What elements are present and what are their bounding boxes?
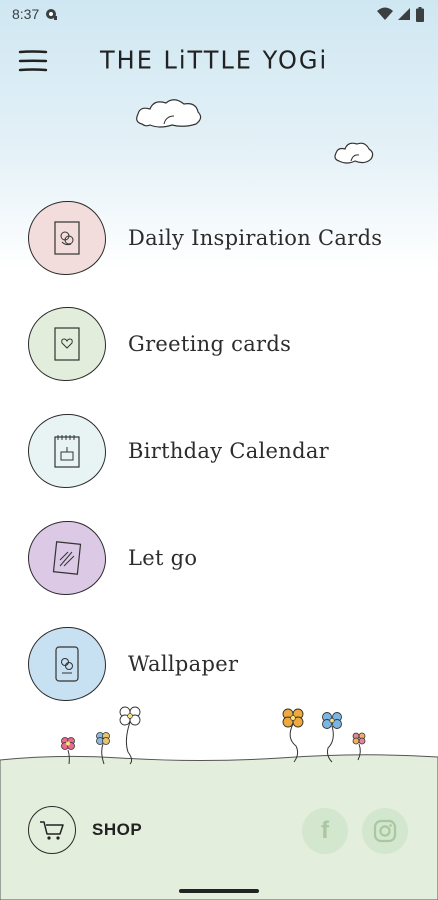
wifi-icon [377, 7, 393, 20]
notification-icon [46, 9, 58, 20]
menu-item-label: Daily Inspiration Cards [128, 226, 383, 250]
menu-item-let-go[interactable]: Let go [28, 518, 418, 598]
menu-item-wallpaper[interactable]: Wallpaper [28, 624, 418, 704]
flower-icon [282, 708, 304, 763]
shop-label: SHOP [92, 820, 143, 839]
menu-icon-circle [28, 307, 106, 381]
menu-item-label: Let go [128, 546, 198, 570]
instagram-button[interactable] [362, 808, 408, 854]
heart-card-icon [54, 327, 80, 361]
signal-icon [398, 8, 410, 20]
hamburger-menu-icon[interactable] [18, 48, 50, 76]
menu-item-label: Wallpaper [128, 652, 239, 676]
app-title: THE LiTTLE YOGi [100, 45, 329, 75]
cloud-icon [334, 142, 374, 164]
battery-icon [416, 6, 424, 22]
status-bar: 8:37 [0, 0, 438, 28]
instagram-icon [373, 819, 397, 843]
facebook-icon: f [321, 817, 329, 844]
facebook-button[interactable]: f [302, 808, 348, 854]
menu-item-greeting-cards[interactable]: Greeting cards [28, 304, 418, 384]
menu-item-label: Greeting cards [128, 332, 292, 356]
menu-icon-circle [28, 201, 106, 275]
menu-item-daily-inspiration-cards[interactable]: Daily Inspiration Cards [28, 198, 418, 278]
menu-icon-circle [28, 627, 106, 701]
menu-item-birthday-calendar[interactable]: Birthday Calendar [28, 411, 418, 491]
ground-illustration [0, 706, 438, 900]
gesture-nav-handle[interactable] [179, 889, 259, 893]
wallpaper-icon [55, 646, 79, 682]
menu-icon-circle [28, 414, 106, 488]
menu-icon-circle [28, 521, 106, 595]
app-bar: THE LiTTLE YOGi [0, 36, 438, 88]
status-time: 8:37 [12, 6, 40, 22]
flower-icon [119, 706, 141, 765]
cart-icon [40, 821, 64, 840]
cloud-icon [136, 99, 202, 128]
calendar-cake-icon [54, 435, 80, 468]
menu-item-label: Birthday Calendar [128, 439, 330, 463]
shop-button[interactable]: SHOP [28, 805, 142, 855]
shop-icon-circle [28, 806, 76, 854]
let-go-icon [52, 541, 82, 575]
inspiration-card-icon [54, 221, 80, 255]
